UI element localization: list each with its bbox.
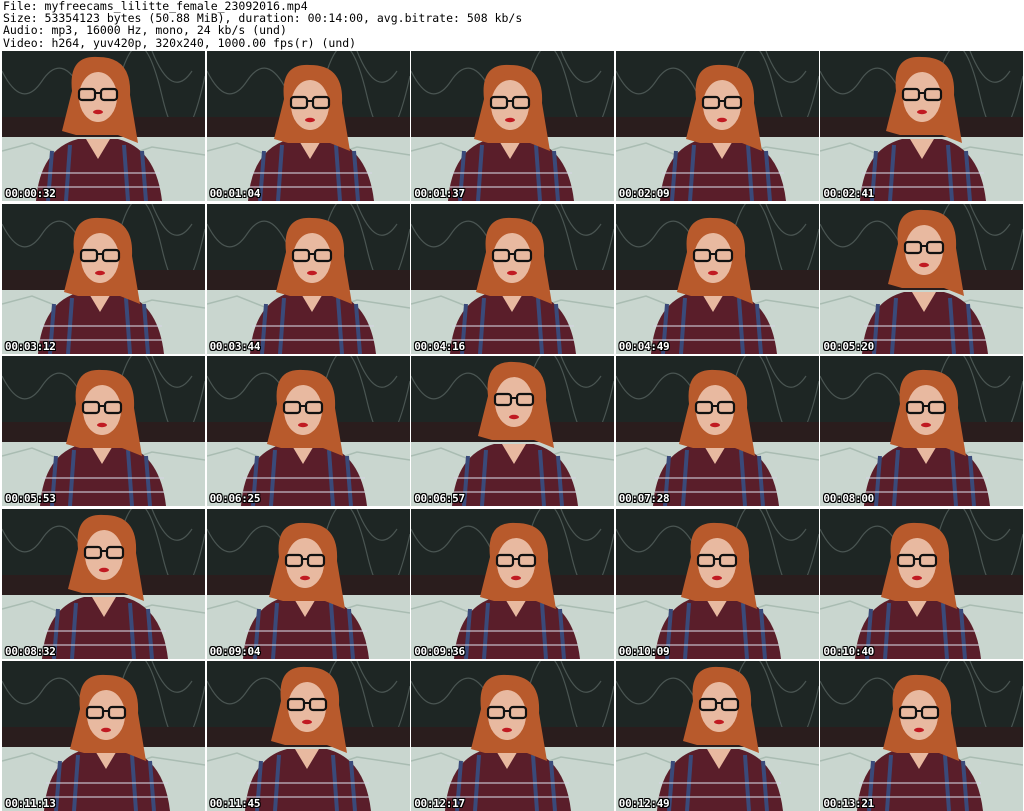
- frame-timestamp: 00:06:25: [209, 492, 261, 506]
- frame-timestamp: 00:10:40: [823, 644, 874, 658]
- video-info-line: Video: h264, yuv420p, 320x240, 1000.00 f…: [3, 35, 357, 50]
- video-frame-thumbnail: 00:01:37: [411, 51, 615, 201]
- thumbnail-grid: 00:00:32 00:01:04 00:01:37 00:02:09 00:0…: [0, 51, 1024, 811]
- frame-timestamp: 00:09:36: [414, 644, 465, 658]
- frame-timestamp: 00:01:04: [209, 187, 261, 200]
- video-frame-thumbnail: 00:02:09: [615, 51, 819, 201]
- video-frame-thumbnail: 00:03:44: [206, 203, 410, 354]
- frame-timestamp: 00:13:21: [823, 797, 874, 811]
- video-frame-thumbnail: 00:09:36: [411, 508, 615, 659]
- video-frame-thumbnail: 00:09:04: [206, 508, 410, 659]
- frame-timestamp: 00:10:09: [618, 644, 670, 658]
- video-frame-thumbnail: 00:01:04: [206, 51, 410, 201]
- frame-timestamp: 00:11:45: [209, 797, 261, 811]
- audio-info-line: Audio: mp3, 16000 Hz, mono, 24 kb/s (und…: [3, 23, 287, 38]
- video-frame-thumbnail: 00:10:40: [820, 508, 1024, 659]
- frame-timestamp: 00:01:37: [414, 187, 465, 200]
- video-frame-thumbnail: 00:03:12: [2, 203, 205, 354]
- frame-timestamp: 00:04:49: [618, 339, 670, 353]
- frame-timestamp: 00:04:16: [414, 339, 465, 353]
- video-frame-thumbnail: 00:11:45: [206, 661, 410, 811]
- video-frame-thumbnail: 00:04:49: [615, 203, 819, 354]
- frame-timestamp: 00:11:13: [5, 797, 56, 811]
- frame-timestamp: 00:07:28: [618, 492, 670, 506]
- frame-timestamp: 00:00:32: [5, 187, 56, 200]
- frame-timestamp: 00:02:41: [823, 187, 874, 200]
- video-frame-thumbnail: 00:02:41: [820, 51, 1024, 201]
- frame-timestamp: 00:05:20: [823, 339, 874, 353]
- frame-timestamp: 00:09:04: [209, 644, 261, 658]
- video-frame-thumbnail: 00:11:13: [2, 661, 205, 811]
- frame-timestamp: 00:08:32: [5, 644, 56, 658]
- video-frame-thumbnail: 00:05:20: [820, 203, 1024, 354]
- frame-timestamp: 00:05:53: [5, 492, 56, 506]
- frame-timestamp: 00:03:12: [5, 339, 56, 353]
- video-frame-thumbnail: 00:08:00: [820, 356, 1024, 507]
- frame-timestamp: 00:06:57: [414, 492, 465, 506]
- video-frame-thumbnail: 00:04:16: [411, 203, 615, 354]
- video-frame-thumbnail: 00:06:57: [411, 356, 615, 507]
- video-frame-thumbnail: 00:06:25: [206, 356, 410, 507]
- video-frame-thumbnail: 00:13:21: [820, 661, 1024, 811]
- frame-timestamp: 00:02:09: [618, 187, 670, 200]
- video-frame-thumbnail: 00:07:28: [615, 356, 819, 507]
- frame-timestamp: 00:12:17: [414, 797, 465, 811]
- frame-timestamp: 00:08:00: [823, 492, 874, 506]
- file-info-header: File: myfreecams_lilitte_female_23092016…: [3, 0, 1021, 50]
- video-frame-thumbnail: 00:05:53: [2, 356, 205, 507]
- video-frame-thumbnail: 00:00:32: [2, 51, 205, 201]
- video-frame-thumbnail: 00:12:49: [615, 661, 819, 811]
- video-frame-thumbnail: 00:12:17: [411, 661, 615, 811]
- frame-timestamp: 00:03:44: [209, 339, 261, 353]
- frame-timestamp: 00:12:49: [618, 797, 670, 811]
- video-frame-thumbnail: 00:10:09: [615, 508, 819, 659]
- video-frame-thumbnail: 00:08:32: [2, 508, 205, 659]
